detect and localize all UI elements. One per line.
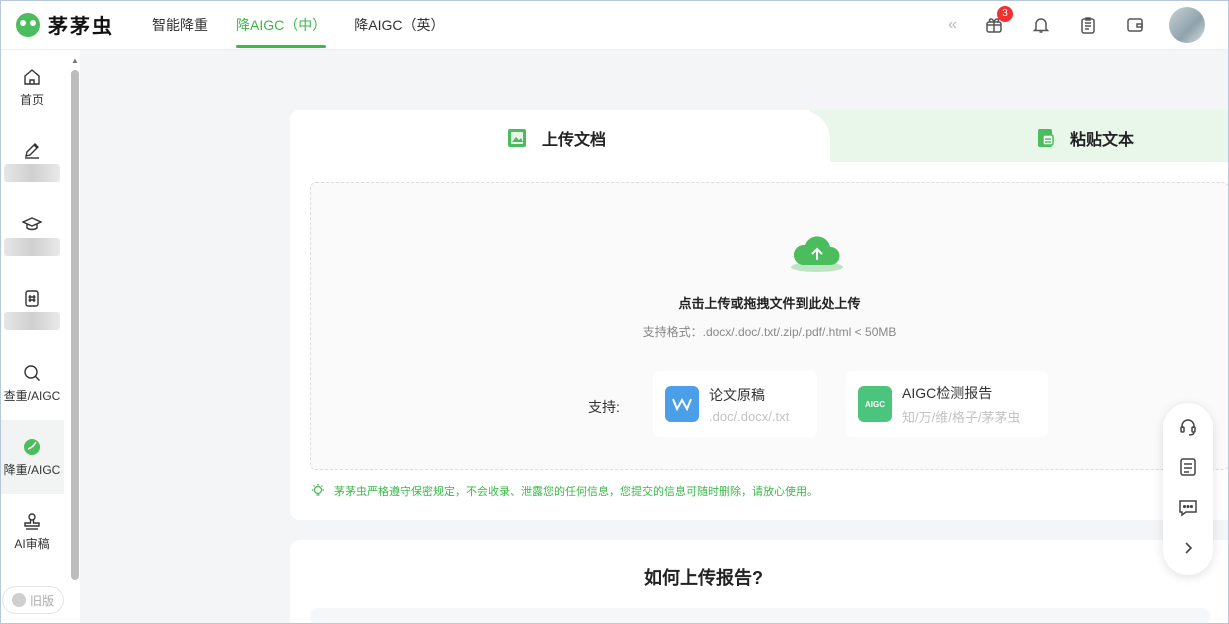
wps-doc-icon bbox=[665, 386, 699, 422]
privacy-notice: 茅茅虫严格遵守保密规定，不会收录、泄露您的任何信息，您提交的信息可随时删除，请放… bbox=[310, 483, 818, 499]
file-dropzone[interactable]: 点击上传或拖拽文件到此处上传 支持格式：.docx/.doc/.txt/.zip… bbox=[310, 182, 1229, 470]
how-to-upload-section: 如何上传报告? bbox=[290, 540, 1229, 624]
graduation-cap-icon bbox=[22, 217, 42, 231]
sidebar-item-home[interactable]: 首页 bbox=[0, 50, 64, 124]
brand-logo[interactable]: 茅茅虫 bbox=[16, 10, 136, 39]
bell-icon[interactable] bbox=[1031, 15, 1051, 35]
cloud-upload-icon bbox=[791, 236, 843, 272]
pen-icon bbox=[25, 143, 39, 159]
support-card-title: 论文原稿 bbox=[709, 386, 765, 403]
scroll-up-arrow-icon[interactable]: ▲ bbox=[71, 56, 79, 65]
nav-reduce-aigc-en[interactable]: 降AIGC（英） bbox=[354, 0, 444, 50]
sidebar-item-topic[interactable] bbox=[0, 272, 64, 346]
brand-name: 茅茅虫 bbox=[48, 14, 114, 38]
floating-toolbar bbox=[1163, 403, 1213, 575]
user-avatar[interactable] bbox=[1169, 6, 1205, 43]
sidebar-item-label: AI审稿 bbox=[14, 536, 50, 551]
header-actions: « 3 bbox=[948, 5, 1205, 43]
tab-upload-label: 上传文档 bbox=[542, 132, 607, 149]
support-card-sub: 知/万/维/格子/茅茅虫 bbox=[902, 409, 1021, 425]
left-sidebar: 首页 查重/AIGC 降重/AIGC AI审稿 ▲ 旧版 bbox=[0, 50, 80, 624]
headset-icon[interactable] bbox=[1174, 413, 1202, 441]
support-label: 支持: bbox=[588, 399, 620, 415]
upload-tabs: 粘贴文本 上传文档 bbox=[290, 110, 1229, 162]
sidebar-item-writing[interactable] bbox=[0, 124, 64, 198]
sidebar-item-check-aigc[interactable]: 查重/AIGC bbox=[0, 346, 64, 420]
nav-reduce-aigc-cn[interactable]: 降AIGC（中） bbox=[236, 0, 327, 50]
dropzone-title: 点击上传或拖拽文件到此处上传 bbox=[678, 296, 861, 311]
support-card-aigc-report: AIGC AIGC检测报告 知/万/维/格子/茅茅虫 bbox=[846, 371, 1048, 437]
sidebar-item-reduce-aigc[interactable]: 降重/AIGC bbox=[0, 420, 64, 494]
tab-upload-doc[interactable]: 上传文档 bbox=[290, 110, 830, 162]
sidebar-item-label: 降重/AIGC bbox=[3, 462, 61, 477]
home-icon bbox=[24, 68, 40, 85]
lightbulb-icon bbox=[312, 484, 324, 496]
upload-doc-icon bbox=[508, 129, 526, 147]
sidebar-item-label: 查重/AIGC bbox=[3, 388, 61, 403]
clipboard-icon[interactable] bbox=[1078, 15, 1098, 35]
search-icon bbox=[24, 364, 40, 381]
paste-doc-icon bbox=[1038, 129, 1054, 147]
notification-badge: 3 bbox=[997, 5, 1013, 22]
support-card-title: AIGC检测报告 bbox=[902, 384, 993, 401]
sidebar-item-academic[interactable] bbox=[0, 198, 64, 272]
bug-logo-icon bbox=[16, 12, 40, 37]
dropzone-formats: 支持格式：.docx/.doc/.txt/.zip/.pdf/.html < 5… bbox=[642, 325, 897, 339]
aigc-report-icon: AIGC bbox=[858, 386, 892, 422]
scroll-thumb[interactable] bbox=[71, 70, 79, 580]
document-icon[interactable] bbox=[1174, 454, 1202, 482]
chevron-right-icon[interactable] bbox=[1174, 535, 1202, 563]
sidebar-item-ai-review[interactable]: AI审稿 bbox=[0, 494, 64, 568]
collapse-double-chevron-icon[interactable]: « bbox=[948, 16, 957, 34]
section-title: 如何上传报告? bbox=[644, 568, 763, 588]
tab-paste-text[interactable]: 粘贴文本 bbox=[810, 110, 1229, 162]
nav-smart-dedup[interactable]: 智能降重 bbox=[152, 0, 208, 50]
sidebar-item-label-blurred bbox=[4, 238, 60, 256]
old-version-label: 旧版 bbox=[29, 593, 54, 608]
support-card-paper: 论文原稿 .doc/.docx/.txt bbox=[653, 371, 817, 437]
gift-icon[interactable]: 3 bbox=[984, 5, 1013, 35]
upload-card: 粘贴文本 上传文档 点击上传或拖拽文件到此处上传 支持格式：.docx/.doc… bbox=[290, 110, 1229, 520]
sidebar-item-label: 首页 bbox=[19, 92, 44, 107]
stamp-icon bbox=[24, 512, 40, 530]
hash-doc-icon bbox=[25, 290, 39, 307]
section-content-bar bbox=[310, 608, 1210, 624]
sidebar-scrollbar[interactable]: ▲ bbox=[71, 56, 79, 580]
leaf-icon bbox=[24, 438, 40, 455]
tab-paste-label: 粘贴文本 bbox=[1070, 132, 1135, 149]
sidebar-item-label-blurred bbox=[4, 312, 60, 330]
sidebar-item-label-blurred bbox=[4, 164, 60, 182]
privacy-notice-text: 茅茅虫严格遵守保密规定，不会收录、泄露您的任何信息，您提交的信息可随时删除，请放… bbox=[334, 486, 818, 498]
chat-icon[interactable] bbox=[1174, 494, 1202, 522]
support-card-sub: .doc/.docx/.txt bbox=[709, 408, 790, 424]
top-header: 茅茅虫 智能降重 降AIGC（中） 降AIGC（英） « 3 bbox=[0, 0, 1229, 50]
old-version-button[interactable]: 旧版 bbox=[2, 586, 64, 614]
top-nav: 智能降重 降AIGC（中） 降AIGC（英） bbox=[136, 0, 472, 50]
wallet-icon[interactable] bbox=[1125, 15, 1145, 35]
old-version-icon bbox=[11, 593, 26, 607]
